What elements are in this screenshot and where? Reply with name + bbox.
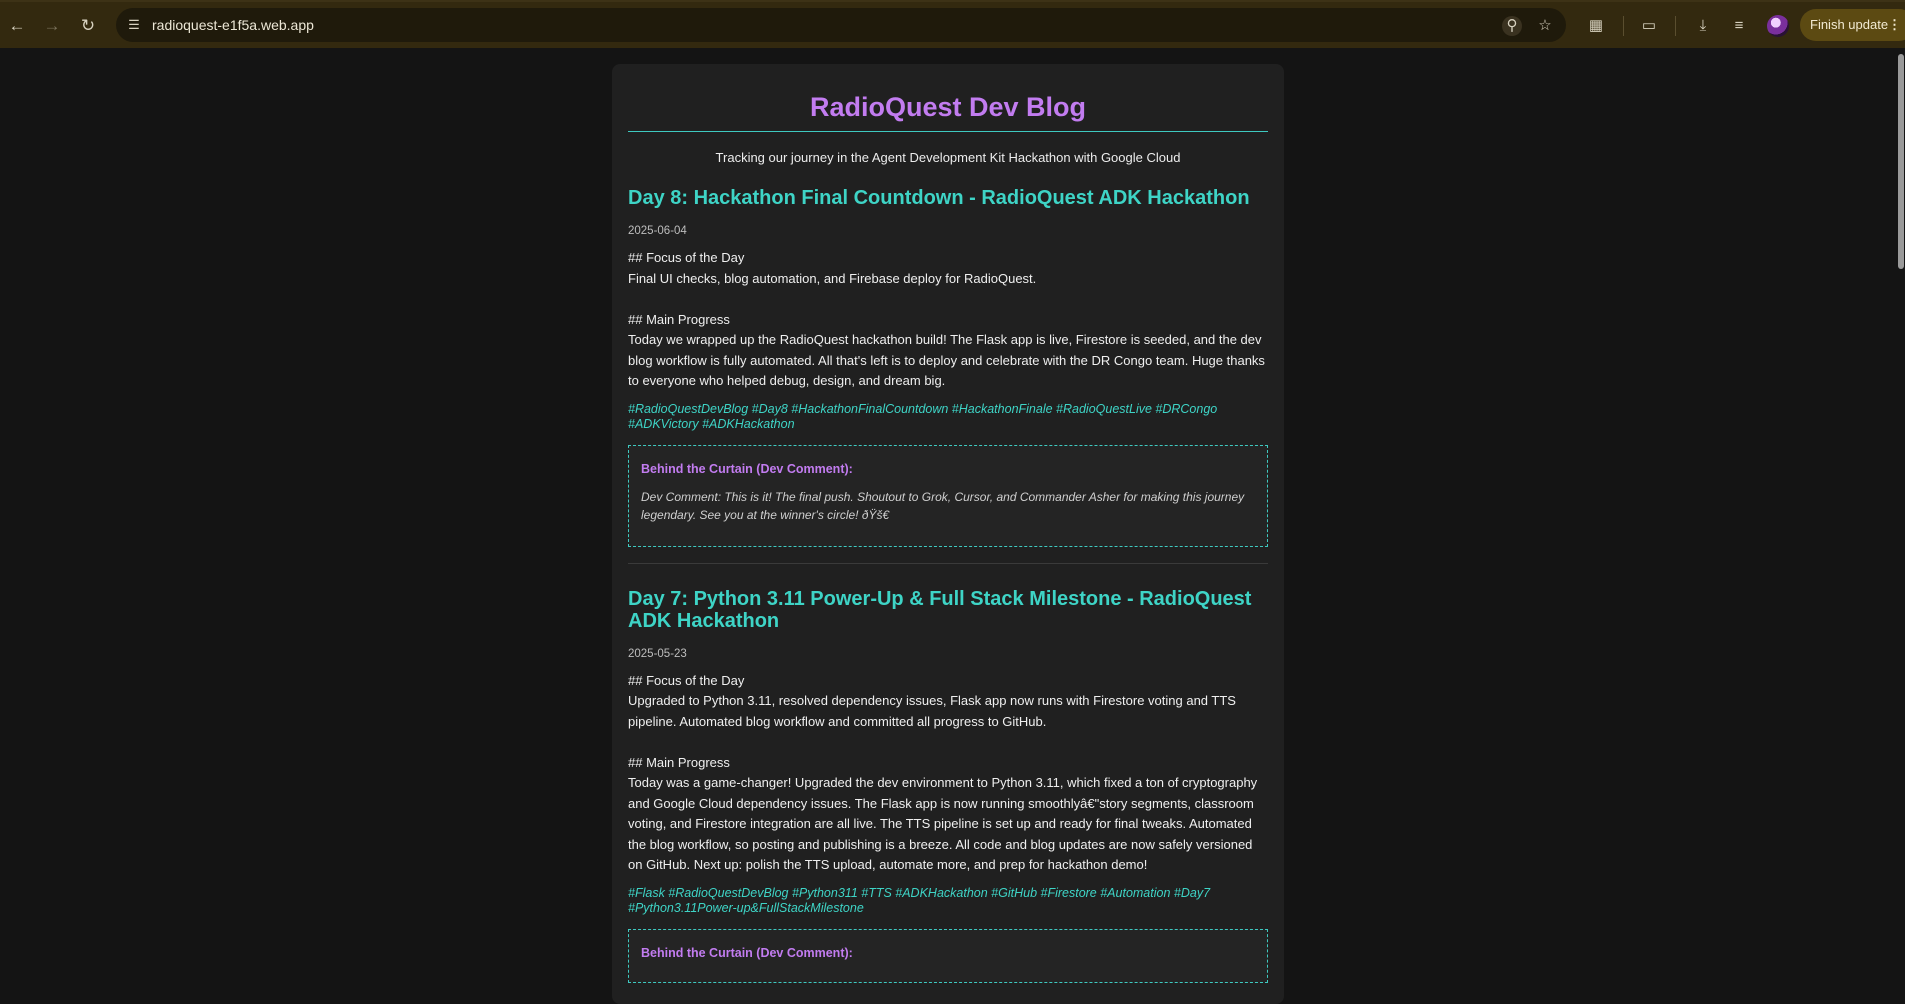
post-body: ## Focus of the Day Final UI checks, blo… bbox=[628, 250, 1265, 388]
address-bar[interactable]: ☰ radioquest-e1f5a.web.app ⚲ ☆ bbox=[116, 8, 1566, 42]
blog-title: RadioQuest Dev Blog bbox=[628, 92, 1268, 132]
tune-icon[interactable]: ☰ bbox=[126, 17, 142, 33]
blog-post: Day 7: Python 3.11 Power-Up & Full Stack… bbox=[628, 588, 1268, 983]
reload-button[interactable]: ↻ bbox=[77, 14, 99, 36]
back-button[interactable]: ← bbox=[6, 14, 28, 36]
post-title: Day 7: Python 3.11 Power-Up & Full Stack… bbox=[628, 587, 1252, 632]
post-body: ## Focus of the Day Upgraded to Python 3… bbox=[628, 672, 1258, 873]
forward-button[interactable]: → bbox=[41, 14, 63, 36]
puzzle-icon[interactable]: ▦ bbox=[1585, 15, 1607, 37]
post-title: Day 8: Hackathon Final Countdown - Radio… bbox=[628, 187, 1250, 209]
dev-comment-box: Behind the Curtain (Dev Comment): bbox=[628, 928, 1268, 983]
post-date: 2025-05-23 bbox=[628, 647, 687, 660]
page-scrollbar[interactable] bbox=[1895, 48, 1905, 993]
reading-list-icon[interactable]: ≡ bbox=[1728, 15, 1750, 37]
dev-comment-text: Dev Comment: This is it! The final push.… bbox=[641, 489, 1245, 522]
scrollbar-thumb[interactable] bbox=[1898, 54, 1904, 269]
reload-icon: ↻ bbox=[80, 15, 96, 35]
url-text[interactable]: radioquest-e1f5a.web.app bbox=[152, 17, 314, 33]
arrow-left-icon: ← bbox=[8, 15, 26, 35]
star-icon[interactable]: ☆ bbox=[1535, 16, 1555, 36]
blog-container: RadioQuest Dev Blog Tracking our journey… bbox=[612, 64, 1284, 1004]
zoom-icon[interactable]: ⚲ bbox=[1502, 16, 1522, 36]
browser-toolbar: ← → ↻ ☰ radioquest-e1f5a.web.app ⚲ ☆ ▦ ▭… bbox=[0, 0, 1905, 48]
finish-update-button[interactable]: Finish update ⋮ bbox=[1800, 9, 1905, 41]
post-date: 2025-06-04 bbox=[628, 225, 687, 237]
dev-comment-title: Behind the Curtain (Dev Comment): bbox=[641, 461, 853, 476]
post-hashtags: #RadioQuestDevBlog #Day8 #HackathonFinal… bbox=[628, 401, 1218, 431]
finish-update-label: Finish update bbox=[1810, 17, 1889, 32]
post-hashtags: #Flask #RadioQuestDevBlog #Python311 #TT… bbox=[628, 885, 1211, 915]
toolbar-divider bbox=[1675, 16, 1676, 36]
toolbar-divider bbox=[1623, 16, 1624, 36]
blog-post: Day 8: Hackathon Final Countdown - Radio… bbox=[628, 187, 1268, 564]
blog-tagline: Tracking our journey in the Agent Develo… bbox=[715, 150, 1181, 165]
cast-icon[interactable]: ▭ bbox=[1638, 15, 1660, 37]
kebab-menu-icon[interactable]: ⋮ bbox=[1888, 9, 1901, 41]
arrow-right-icon: → bbox=[43, 15, 61, 35]
dev-comment-title: Behind the Curtain (Dev Comment): bbox=[641, 945, 853, 960]
dev-comment-box: Behind the Curtain (Dev Comment): Dev Co… bbox=[628, 444, 1268, 547]
profile-avatar[interactable] bbox=[1767, 15, 1789, 37]
download-icon[interactable]: ⤓ bbox=[1692, 15, 1714, 37]
post-divider bbox=[628, 562, 1268, 564]
